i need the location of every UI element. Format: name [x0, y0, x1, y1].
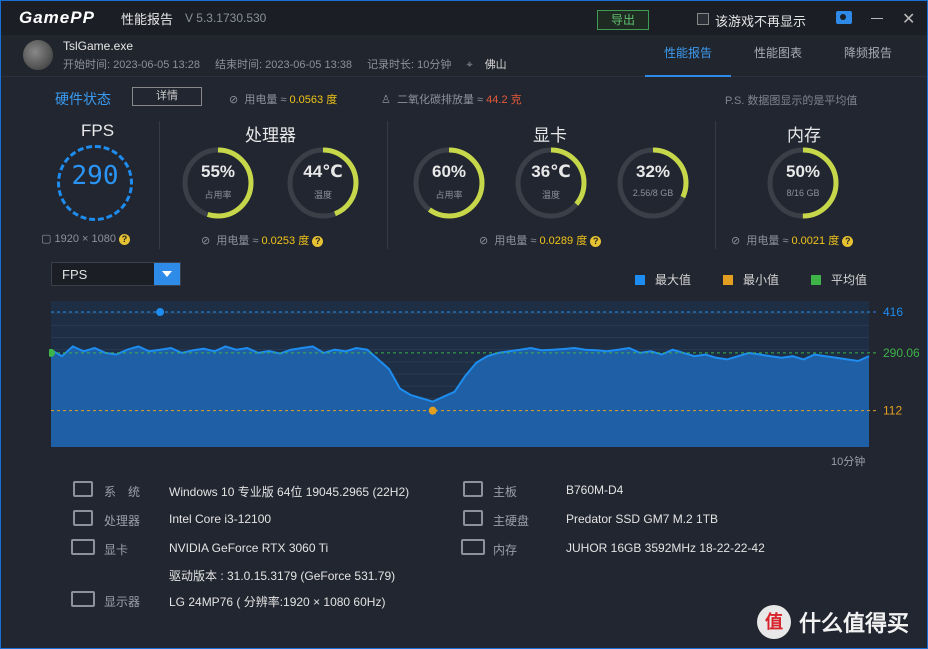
no-show-checkbox[interactable]: [697, 13, 709, 25]
app-window: GamePP 性能报告 V 5.3.1730.530 导出 该游戏不再显示 ✕ …: [0, 0, 928, 649]
monitor-icon: ▢: [41, 233, 52, 245]
legend-max: 最大值: [635, 271, 691, 288]
power-icon: ⊘: [201, 235, 211, 247]
memory-icon: [461, 539, 485, 555]
minimize-icon[interactable]: [871, 18, 883, 19]
fps-chart: 416 290.06 112 10分钟: [49, 301, 919, 468]
fps-value: 290: [71, 161, 119, 191]
gpu-icon: [71, 539, 95, 555]
gpu-title: 显卡: [533, 126, 567, 145]
os-label: 系 统: [104, 485, 141, 499]
mem-usage-gauge: 50% 8/16 GB: [765, 145, 841, 221]
max-marker: [156, 308, 165, 317]
motherboard-value: B760M-D4: [566, 483, 624, 497]
no-show-label: 该游戏不再显示: [715, 14, 807, 29]
tab-performance-chart[interactable]: 性能图表: [735, 35, 821, 77]
report-tabs: 性能报告 性能图表 降频报告: [641, 35, 911, 77]
start-time: 开始时间: 2023-06-05 13:28: [63, 59, 200, 71]
cpu-icon: [73, 510, 93, 526]
divider: [159, 121, 160, 249]
metric-select[interactable]: FPS: [51, 262, 181, 286]
tab-throttle-report[interactable]: 降频报告: [825, 35, 911, 77]
help-icon[interactable]: ?: [842, 235, 854, 247]
game-avatar: [23, 40, 53, 70]
cpu-label: 处理器: [104, 514, 141, 528]
chevron-down-icon[interactable]: [154, 263, 180, 285]
watermark-text: 什么值得买: [799, 611, 910, 636]
watermark: 值 什么值得买: [757, 605, 909, 639]
motherboard-label: 主板: [493, 485, 518, 499]
cpu-value: Intel Core i3-12100: [169, 512, 272, 526]
monitor-value: LG 24MP76 ( 分辨率:1920 × 1080 60Hz): [169, 595, 386, 609]
gpu-label: 显卡: [104, 543, 129, 557]
city: 佛山: [484, 59, 507, 71]
memory-value: JUHOR 16GB 3592MHz 18-22-22-42: [566, 541, 765, 555]
co2-icon: ♙: [381, 94, 391, 106]
gpu-value: NVIDIA GeForce RTX 3060 Ti: [169, 541, 329, 555]
end-time: 结束时间: 2023-06-05 13:38: [215, 59, 352, 71]
gpu-power: ⊘ 用电量 ≈ 0.0289 度?: [479, 232, 602, 248]
cpu-temp-gauge: 44℃ 温度: [285, 145, 361, 221]
power-icon: ⊘: [229, 94, 239, 106]
disk-icon: [463, 510, 483, 526]
mem-title: 内存: [787, 126, 821, 145]
game-info-row: TslGame.exe 开始时间: 2023-06-05 13:28 结束时间:…: [1, 35, 927, 77]
driver-value: 驱动版本 : 31.0.15.3179 (GeForce 531.79): [169, 569, 396, 583]
monitor-icon: [71, 591, 95, 607]
hardware-status-title: 硬件状态: [55, 91, 111, 107]
help-icon[interactable]: ?: [118, 233, 130, 245]
app-logo: GamePP: [19, 8, 95, 27]
power-icon: ⊘: [479, 235, 489, 247]
close-icon[interactable]: ✕: [902, 9, 915, 29]
detail-button[interactable]: 详情: [132, 87, 202, 106]
windows-icon: [73, 481, 93, 497]
gpu-vram-gauge: 32% 2.56/8 GB: [615, 145, 691, 221]
mem-power: ⊘ 用电量 ≈ 0.0021 度?: [731, 232, 854, 248]
min-marker: [428, 406, 437, 415]
camera-icon[interactable]: [836, 11, 852, 24]
watermark-badge: 值: [757, 605, 791, 639]
titlebar: GamePP 性能报告 V 5.3.1730.530 导出 该游戏不再显示 ✕: [1, 1, 927, 35]
avg-label: 290.06: [883, 346, 919, 360]
cpu-title: 处理器: [245, 126, 296, 145]
gpu-usage-gauge: 60% 占用率: [411, 145, 487, 221]
resolution: ▢ 1920 × 1080?: [41, 232, 130, 245]
ps-note: P.S. 数据图显示的是平均值: [725, 95, 858, 107]
min-label: 112: [883, 404, 902, 418]
disk-label: 主硬盘: [493, 514, 530, 528]
disk-value: Predator SSD GM7 M.2 1TB: [566, 512, 719, 526]
export-button[interactable]: 导出: [597, 10, 649, 30]
monitor-label: 显示器: [104, 595, 141, 609]
location-icon: ⌖: [466, 59, 473, 71]
version-label: V 5.3.1730.530: [184, 11, 267, 25]
fps-title: FPS: [81, 121, 115, 140]
legend-min: 最小值: [723, 271, 779, 288]
window-title: 性能报告: [120, 11, 173, 27]
motherboard-icon: [463, 481, 483, 497]
cpu-power: ⊘ 用电量 ≈ 0.0253 度?: [201, 232, 324, 248]
divider: [387, 121, 388, 249]
power-icon: ⊘: [731, 235, 741, 247]
cpu-usage-gauge: 55% 占用率: [180, 145, 256, 221]
total-power: ⊘ 用电量 ≈ 0.0563 度: [229, 94, 338, 106]
divider: [715, 121, 716, 249]
co2-emission: ♙ 二氧化碳排放量 ≈ 44.2 克: [381, 94, 522, 106]
gpu-temp-gauge: 36℃ 温度: [513, 145, 589, 221]
game-name: TslGame.exe: [63, 39, 134, 53]
help-icon[interactable]: ?: [312, 235, 324, 247]
x-axis-label: 10分钟: [831, 454, 865, 468]
memory-label: 内存: [493, 543, 518, 557]
max-label: 416: [883, 305, 903, 319]
game-meta: 开始时间: 2023-06-05 13:28 结束时间: 2023-06-05 …: [63, 56, 519, 72]
help-icon[interactable]: ?: [590, 235, 602, 247]
os-value: Windows 10 专业版 64位 19045.2965 (22H2): [169, 485, 410, 499]
tab-performance-report[interactable]: 性能报告: [645, 35, 731, 77]
duration: 记录时长: 10分钟: [367, 59, 452, 71]
legend-avg: 平均值: [811, 271, 867, 288]
